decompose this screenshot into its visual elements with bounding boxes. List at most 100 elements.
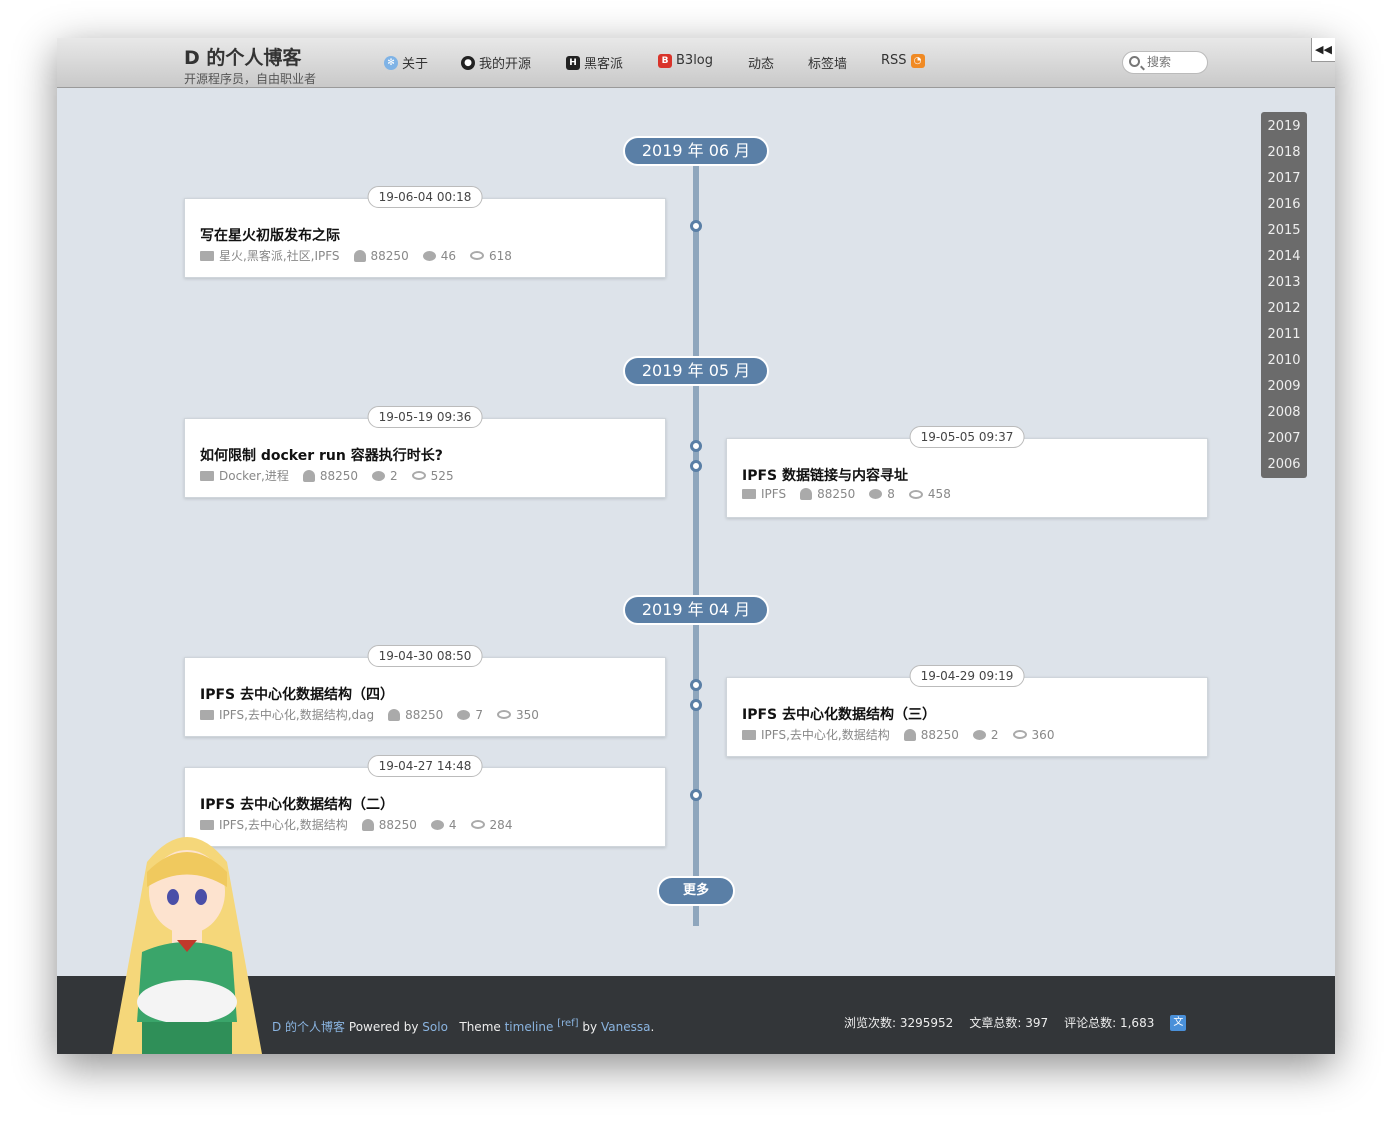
footer-credits: D 的个人博客 Powered by Solo Theme timeline [… xyxy=(272,1018,654,1035)
footer-by-text: by xyxy=(582,1020,598,1034)
post-tags[interactable]: 星火,黑客派,社区,IPFS xyxy=(219,247,340,264)
post-comments[interactable]: 4 xyxy=(449,818,457,832)
year-link[interactable]: 2017 xyxy=(1261,166,1307,192)
year-link[interactable]: 2007 xyxy=(1261,426,1307,452)
comment-icon xyxy=(430,819,444,830)
post-date: 19-04-30 08:50 xyxy=(367,645,483,667)
timeline-dot xyxy=(690,460,702,472)
stat-comments-value: 1,683 xyxy=(1119,1016,1155,1030)
site-stats: 浏览次数: 3295952 文章总数: 397 评论总数: 1,683 文 xyxy=(844,1014,1187,1031)
post-card: 19-04-29 09:19 IPFS 去中心化数据结构（三） IPFS,去中心… xyxy=(726,665,1208,757)
comment-icon xyxy=(422,250,436,261)
footer-theme-text: Theme xyxy=(459,1020,501,1034)
timeline-axis xyxy=(693,166,699,926)
stat-comments: 评论总数: 1,683 xyxy=(1064,1014,1154,1031)
post-card: 19-05-05 09:37 IPFS 数据链接与内容寻址 IPFS 88250… xyxy=(726,426,1208,518)
post-date: 19-05-19 09:36 xyxy=(367,406,483,428)
folder-icon xyxy=(200,250,214,261)
year-link[interactable]: 2008 xyxy=(1261,400,1307,426)
post-meta: Docker,进程 88250 2 525 xyxy=(200,467,454,484)
stat-views-value: 3295952 xyxy=(899,1016,954,1030)
post-title-link[interactable]: IPFS 去中心化数据结构（四） xyxy=(200,684,394,704)
nav-tags-label: 标签墙 xyxy=(808,57,848,72)
stat-views-label: 浏览次数: xyxy=(844,1016,897,1030)
post-author[interactable]: 88250 xyxy=(817,487,855,501)
post-title-link[interactable]: IPFS 数据链接与内容寻址 xyxy=(742,465,908,485)
user-icon xyxy=(388,708,401,721)
comment-icon xyxy=(972,729,986,740)
post-tags[interactable]: IPFS xyxy=(761,487,786,501)
post-comments[interactable]: 2 xyxy=(991,728,999,742)
post-views: 458 xyxy=(927,487,951,501)
nav-opensource-label: 我的开源 xyxy=(479,57,532,72)
stat-articles-label: 文章总数: xyxy=(969,1016,1022,1030)
ref-link[interactable]: [ref] xyxy=(557,1018,578,1029)
post-card: 19-05-19 09:36 如何限制 docker run 容器执行时长? D… xyxy=(184,406,666,498)
post-author[interactable]: 88250 xyxy=(921,728,959,742)
anime-mascot-image[interactable] xyxy=(87,822,287,1054)
post-author[interactable]: 88250 xyxy=(371,249,409,263)
post-meta: 星火,黑客派,社区,IPFS 88250 46 618 xyxy=(200,247,512,264)
post-author[interactable]: 88250 xyxy=(379,818,417,832)
site-title[interactable]: D 的个人博客 xyxy=(184,43,301,70)
post-title-link[interactable]: 写在星火初版发布之际 xyxy=(200,225,340,245)
more-button[interactable]: 更多 xyxy=(657,876,735,906)
post-date: 19-04-27 14:48 xyxy=(367,755,483,777)
post-tags[interactable]: IPFS,去中心化,数据结构 xyxy=(761,726,890,743)
post-title-link[interactable]: 如何限制 docker run 容器执行时长? xyxy=(200,445,443,465)
folder-icon xyxy=(742,489,756,499)
folder-icon xyxy=(200,709,214,720)
post-author[interactable]: 88250 xyxy=(320,469,358,483)
author-link[interactable]: Vanessa xyxy=(601,1020,650,1034)
eye-icon xyxy=(470,251,484,260)
post-tags[interactable]: IPFS,去中心化,数据结构,dag xyxy=(219,706,374,723)
collapse-panel-button[interactable]: ◀◀ xyxy=(1311,38,1335,62)
search-box[interactable] xyxy=(1122,51,1208,74)
post-comments[interactable]: 46 xyxy=(441,249,456,263)
footer-powered-text: Powered by xyxy=(348,1020,419,1034)
year-link[interactable]: 2006 xyxy=(1261,452,1307,478)
post-title-link[interactable]: IPFS 去中心化数据结构（二） xyxy=(200,794,394,814)
theme-link[interactable]: timeline xyxy=(505,1020,554,1034)
year-link[interactable]: 2011 xyxy=(1261,322,1307,348)
post-author[interactable]: 88250 xyxy=(405,708,443,722)
nav-tags[interactable]: 标签墙 xyxy=(808,53,847,72)
post-meta: IPFS,去中心化,数据结构 88250 2 360 xyxy=(742,726,1054,743)
nav-opensource[interactable]: ● 我的开源 xyxy=(461,53,531,72)
search-input[interactable] xyxy=(1147,55,1205,69)
post-views: 284 xyxy=(489,817,513,832)
browser-window: D 的个人博客 开源程序员，自由职业者 ✻ 关于 ● 我的开源 H 黑客派 B … xyxy=(57,38,1335,1054)
post-tags[interactable]: Docker,进程 xyxy=(219,467,289,484)
month-label: 2019 年 05 月 xyxy=(623,356,769,386)
nav-hacpai[interactable]: H 黑客派 xyxy=(566,53,623,72)
translate-icon[interactable]: 文 xyxy=(1170,1014,1187,1031)
year-link[interactable]: 2016 xyxy=(1261,192,1307,218)
nav-b3log[interactable]: B B3log xyxy=(658,53,713,68)
github-icon: ● xyxy=(461,55,475,70)
post-card: 19-04-30 08:50 IPFS 去中心化数据结构（四） IPFS,去中心… xyxy=(184,645,666,737)
post-comments[interactable]: 7 xyxy=(475,708,483,722)
footer-period: . xyxy=(650,1020,655,1034)
year-link[interactable]: 2010 xyxy=(1261,348,1307,374)
year-link[interactable]: 2013 xyxy=(1261,270,1307,296)
year-link[interactable]: 2012 xyxy=(1261,296,1307,322)
eye-icon xyxy=(411,471,426,480)
nav-about[interactable]: ✻ 关于 xyxy=(384,53,428,72)
nav-rss[interactable]: RSS ◔ xyxy=(881,53,925,68)
post-date: 19-06-04 00:18 xyxy=(367,186,483,208)
year-link[interactable]: 2019 xyxy=(1261,114,1307,140)
year-link[interactable]: 2018 xyxy=(1261,140,1307,166)
stat-comments-label: 评论总数: xyxy=(1064,1016,1117,1030)
solo-link[interactable]: Solo xyxy=(422,1020,448,1034)
post-title-link[interactable]: IPFS 去中心化数据结构（三） xyxy=(742,704,936,724)
post-comments[interactable]: 2 xyxy=(390,469,398,483)
eye-icon xyxy=(470,820,485,829)
folder-icon xyxy=(200,470,214,481)
post-views: 350 xyxy=(515,707,539,722)
year-link[interactable]: 2009 xyxy=(1261,374,1307,400)
year-link[interactable]: 2014 xyxy=(1261,244,1307,270)
nav-dynamic[interactable]: 动态 xyxy=(748,53,774,72)
post-comments[interactable]: 8 xyxy=(887,487,895,501)
user-icon xyxy=(361,818,374,831)
year-link[interactable]: 2015 xyxy=(1261,218,1307,244)
